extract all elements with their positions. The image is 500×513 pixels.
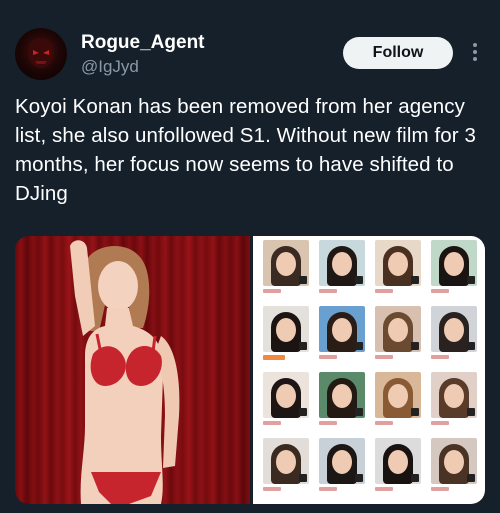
grid-item xyxy=(375,306,421,364)
grid-item xyxy=(263,240,309,298)
grid-item xyxy=(375,438,421,496)
grid-item xyxy=(375,240,421,298)
author-handle[interactable]: @IgJyd xyxy=(81,56,205,78)
grid-item xyxy=(319,240,365,298)
more-vertical-icon[interactable] xyxy=(465,40,485,66)
avatar[interactable] xyxy=(15,28,67,80)
media-profile-grid[interactable] xyxy=(253,236,485,504)
media-container xyxy=(15,236,485,504)
grid-item xyxy=(319,306,365,364)
tweet-header: Rogue_Agent @IgJyd Follow xyxy=(15,28,485,84)
follow-button[interactable]: Follow xyxy=(343,37,453,69)
grid-item xyxy=(319,372,365,430)
avatar-icon xyxy=(27,38,55,68)
grid-item xyxy=(375,372,421,430)
media-photo-portrait[interactable] xyxy=(15,236,250,504)
grid-item xyxy=(431,240,477,298)
grid-item xyxy=(319,438,365,496)
tweet-text: Koyoi Konan has been removed from her ag… xyxy=(15,95,476,205)
grid-item xyxy=(263,306,309,364)
portrait-illustration xyxy=(15,236,250,504)
grid-item xyxy=(431,438,477,496)
grid-item xyxy=(431,372,477,430)
author-display-name[interactable]: Rogue_Agent xyxy=(81,32,205,54)
grid-item xyxy=(263,372,309,430)
tweet-card: Rogue_Agent @IgJyd Follow Koyoi Konan ha… xyxy=(0,0,500,513)
author-names: Rogue_Agent @IgJyd xyxy=(81,32,205,78)
grid-item xyxy=(263,438,309,496)
profile-grid xyxy=(263,240,479,496)
grid-item xyxy=(431,306,477,364)
